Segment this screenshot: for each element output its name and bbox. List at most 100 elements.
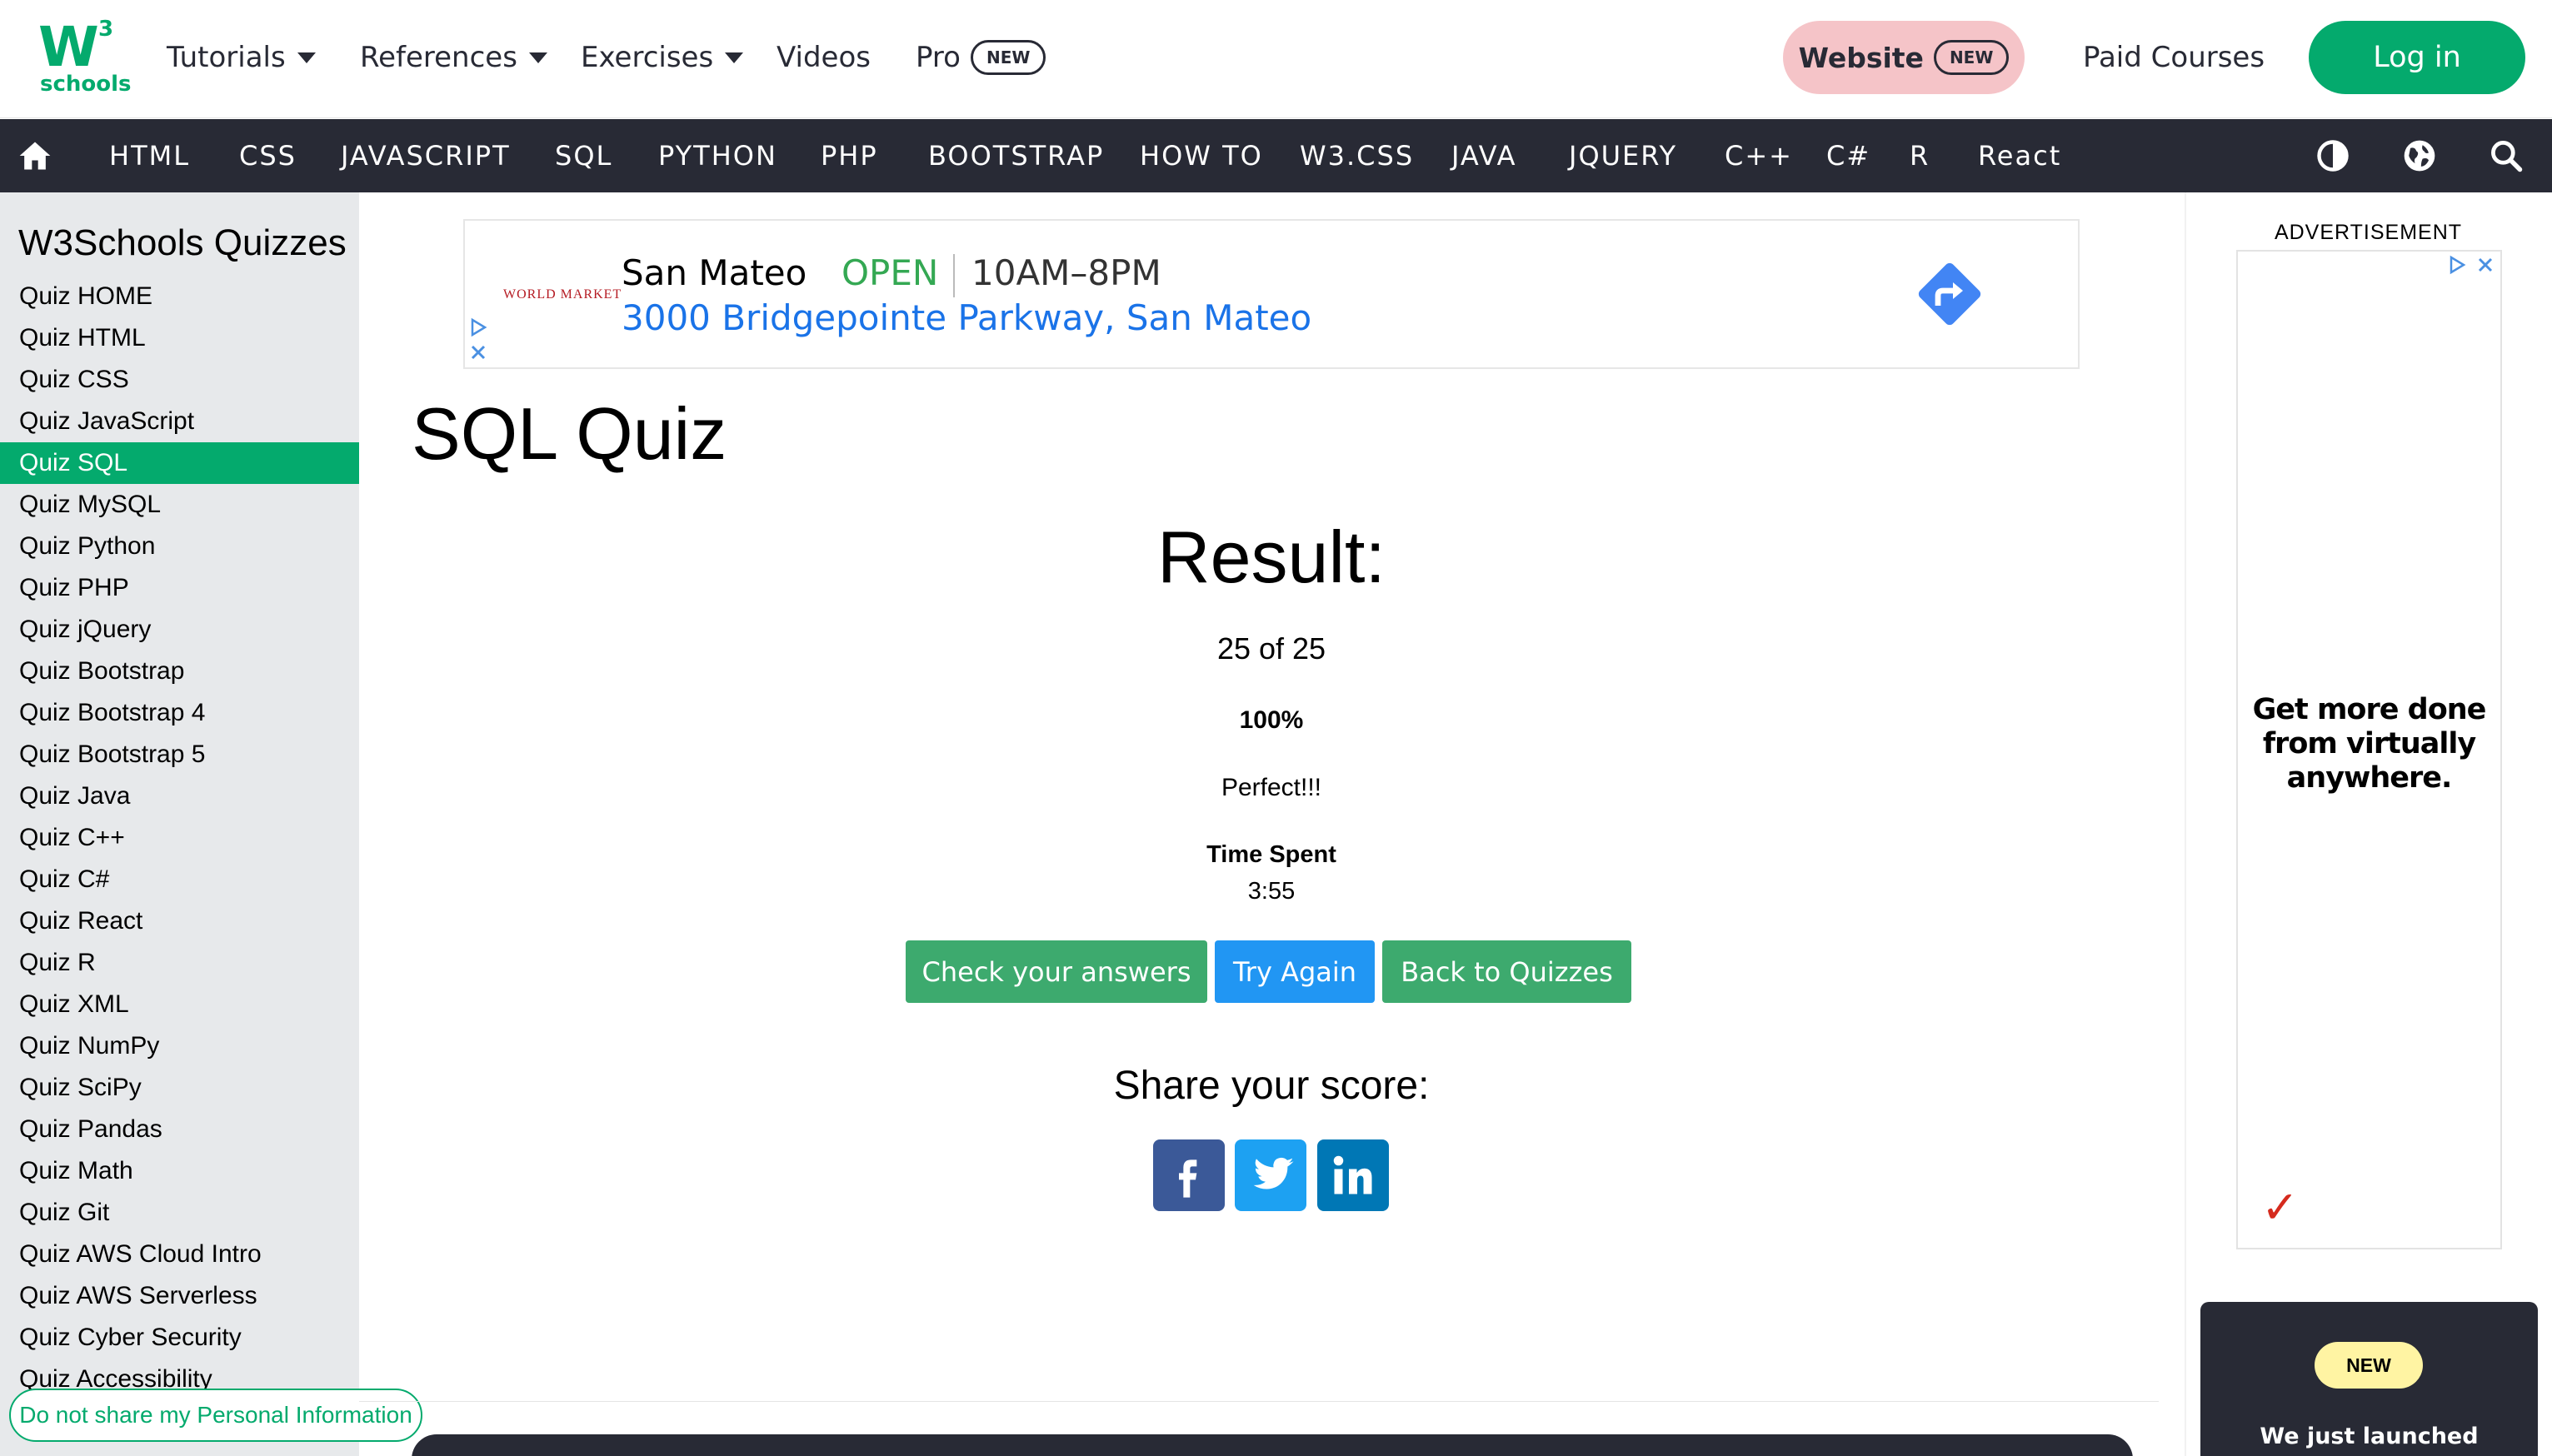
nav-html[interactable]: HTML (109, 119, 190, 192)
share-heading: Share your score: (1113, 1064, 1430, 1108)
back-to-quizzes-button[interactable]: Back to Quizzes (1382, 940, 1631, 1003)
sidebar-list: Quiz HOME Quiz HTML Quiz CSS Quiz JavaSc… (0, 276, 359, 1400)
logo-mark: W (38, 15, 99, 79)
top-advertisement[interactable]: WORLD MARKET San Mateo OPEN 10AM–8PM 300… (463, 219, 2080, 369)
logo-superscript: 3 (98, 17, 114, 42)
sidebar-item-quiz-javascript[interactable]: Quiz JavaScript (0, 401, 359, 442)
contrast-icon[interactable] (2315, 137, 2351, 174)
login-button[interactable]: Log in (2309, 21, 2525, 94)
adchoices-icon[interactable] (2447, 255, 2467, 275)
nav-csharp[interactable]: C# (1826, 119, 1870, 192)
menu-tutorials[interactable]: Tutorials (167, 0, 316, 115)
sidebar-item-quiz-jquery[interactable]: Quiz jQuery (0, 609, 359, 651)
sidebar-item-quiz-aws-cloud-intro[interactable]: Quiz AWS Cloud Intro (0, 1234, 359, 1275)
sidebar-item-quiz-xml[interactable]: Quiz XML (0, 984, 359, 1025)
linkedin-icon[interactable] (1317, 1139, 1389, 1211)
nav-javascript[interactable]: JAVASCRIPT (341, 119, 511, 192)
sidebar-item-quiz-csharp[interactable]: Quiz C# (0, 859, 359, 900)
score-verdict: Perfect!!! (1221, 774, 1322, 801)
ad-store-address[interactable]: 3000 Bridgepointe Parkway, San Mateo (622, 297, 1311, 338)
sidebar-item-quiz-sql[interactable]: Quiz SQL (0, 442, 359, 484)
sidebar-item-quiz-php[interactable]: Quiz PHP (0, 567, 359, 609)
sidebar-item-quiz-html[interactable]: Quiz HTML (0, 317, 359, 359)
website-new-badge: NEW (1933, 40, 2010, 75)
w3schools-logo[interactable]: W 3 schools (37, 15, 132, 97)
search-icon[interactable] (2488, 137, 2525, 174)
sidebar-item-quiz-css[interactable]: Quiz CSS (0, 359, 359, 401)
nav-java[interactable]: JAVA (1451, 119, 1516, 192)
ad-brand-logo: WORLD MARKET (503, 287, 622, 302)
sidebar-item-quiz-math[interactable]: Quiz Math (0, 1150, 359, 1192)
quiz-sidebar: W3Schools Quizzes Quiz HOME Quiz HTML Qu… (0, 192, 359, 1456)
sidebar-item-quiz-cyber-security[interactable]: Quiz Cyber Security (0, 1317, 359, 1359)
nav-bootstrap[interactable]: BOOTSTRAP (928, 119, 1104, 192)
adchoices-icon[interactable] (468, 317, 488, 337)
subject-nav: HTML CSS JAVASCRIPT SQL PYTHON PHP BOOTS… (0, 119, 2552, 192)
ad-store-hours: 10AM–8PM (971, 252, 1161, 293)
sidebar-item-quiz-bootstrap-5[interactable]: Quiz Bootstrap 5 (0, 734, 359, 775)
facebook-icon[interactable] (1153, 1139, 1225, 1211)
sidebar-item-quiz-bootstrap[interactable]: Quiz Bootstrap (0, 651, 359, 692)
menu-exercises[interactable]: Exercises (581, 0, 744, 115)
verizon-check-logo: ✓ (2261, 1183, 2300, 1233)
ad-store-city: San Mateo (622, 252, 807, 293)
score-percent: 100% (1239, 706, 1304, 734)
sidebar-item-quiz-git[interactable]: Quiz Git (0, 1192, 359, 1234)
sidebar-item-quiz-python[interactable]: Quiz Python (0, 526, 359, 567)
nav-react[interactable]: React (1978, 119, 2061, 192)
website-button[interactable]: Website NEW (1783, 21, 2025, 94)
pro-new-badge: NEW (970, 40, 1046, 75)
side-advertisement[interactable]: Get more done from virtually anywhere. ✓ (2236, 250, 2502, 1249)
top-bar: W 3 schools Tutorials References Exercis… (0, 0, 2552, 118)
time-spent-value: 3:55 (1247, 878, 1296, 905)
sidebar-item-quiz-cpp[interactable]: Quiz C++ (0, 817, 359, 859)
check-answers-button[interactable]: Check your answers (906, 940, 1207, 1003)
twitter-icon[interactable] (1235, 1139, 1306, 1211)
menu-videos[interactable]: Videos (777, 0, 871, 115)
nav-jquery[interactable]: JQUERY (1569, 119, 1677, 192)
page-title: SQL Quiz (412, 392, 727, 475)
result-heading: Result: (1157, 516, 1386, 598)
sidebar-item-quiz-java[interactable]: Quiz Java (0, 775, 359, 817)
privacy-opt-out-link[interactable]: Do not share my Personal Information (9, 1389, 422, 1442)
sidebar-item-quiz-mysql[interactable]: Quiz MySQL (0, 484, 359, 526)
home-icon[interactable] (17, 137, 53, 174)
promo-text: We just launched (2260, 1424, 2479, 1449)
menu-pro[interactable]: Pro NEW (916, 0, 1046, 115)
directions-icon[interactable] (1910, 254, 1990, 334)
sidebar-item-quiz-r[interactable]: Quiz R (0, 942, 359, 984)
time-spent-label: Time Spent (1206, 841, 1336, 868)
sidebar-item-quiz-scipy[interactable]: Quiz SciPy (0, 1067, 359, 1109)
nav-cpp[interactable]: C++ (1725, 119, 1793, 192)
paid-courses-link[interactable]: Paid Courses (2083, 0, 2265, 115)
side-ad-text: Get more done from virtually anywhere. (2252, 693, 2487, 795)
nav-python[interactable]: PYTHON (658, 119, 777, 192)
website-button-label: Website (1798, 41, 1924, 74)
menu-pro-label: Pro (916, 41, 961, 74)
advertisement-label: ADVERTISEMENT (2274, 221, 2463, 244)
logo-word: schools (40, 72, 132, 97)
nav-r[interactable]: R (1910, 119, 1930, 192)
ad-store-status: OPEN (842, 252, 939, 293)
ad-close-icon[interactable] (468, 342, 488, 362)
sidebar-item-quiz-bootstrap-4[interactable]: Quiz Bootstrap 4 (0, 692, 359, 734)
nav-php[interactable]: PHP (821, 119, 878, 192)
chevron-down-icon (528, 52, 547, 63)
sidebar-item-quiz-pandas[interactable]: Quiz Pandas (0, 1109, 359, 1150)
menu-references[interactable]: References (360, 0, 547, 115)
launch-promo[interactable]: NEW We just launched (2200, 1302, 2538, 1456)
sidebar-item-quiz-react[interactable]: Quiz React (0, 900, 359, 942)
footer-bar (412, 1434, 2133, 1456)
menu-videos-label: Videos (777, 41, 871, 74)
sidebar-item-quiz-numpy[interactable]: Quiz NumPy (0, 1025, 359, 1067)
globe-icon[interactable] (2401, 137, 2438, 174)
sidebar-item-quiz-home[interactable]: Quiz HOME (0, 276, 359, 317)
nav-sql[interactable]: SQL (555, 119, 612, 192)
sidebar-item-quiz-aws-serverless[interactable]: Quiz AWS Serverless (0, 1275, 359, 1317)
try-again-button[interactable]: Try Again (1215, 940, 1375, 1003)
ad-close-icon[interactable] (2475, 255, 2495, 275)
nav-how-to[interactable]: HOW TO (1140, 119, 1263, 192)
nav-css[interactable]: CSS (239, 119, 297, 192)
nav-w3css[interactable]: W3.CSS (1300, 119, 1414, 192)
score-text: 25 of 25 (1216, 631, 1326, 666)
